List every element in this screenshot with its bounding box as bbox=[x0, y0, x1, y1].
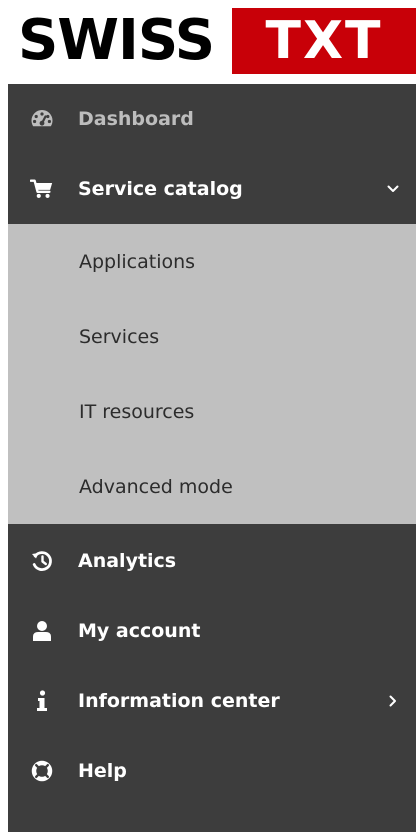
sidebar-item-label: Help bbox=[78, 760, 127, 782]
submenu-item-it-resources[interactable]: IT resources bbox=[8, 374, 416, 449]
dashboard-gauge-icon bbox=[30, 107, 54, 131]
sidebar-item-label: Analytics bbox=[78, 550, 177, 572]
sidebar-item-information-center[interactable]: Information center bbox=[8, 666, 416, 736]
life-ring-icon bbox=[30, 759, 54, 783]
sidebar-item-dashboard[interactable]: Dashboard bbox=[8, 84, 416, 154]
sidebar-navigation: Dashboard Service catalog Applications S… bbox=[8, 84, 416, 832]
sidebar-item-analytics[interactable]: Analytics bbox=[8, 526, 416, 596]
sidebar-item-label: My account bbox=[78, 620, 201, 642]
app-root: SWISS TXT Dashboard Service catalog Appl… bbox=[0, 0, 416, 832]
submenu-item-advanced-mode[interactable]: Advanced mode bbox=[8, 449, 416, 524]
submenu-item-label: IT resources bbox=[79, 400, 195, 423]
chevron-right-icon[interactable] bbox=[386, 694, 400, 708]
submenu-item-label: Applications bbox=[79, 250, 196, 273]
sidebar-item-label: Dashboard bbox=[78, 108, 194, 130]
sidebar-item-service-catalog[interactable]: Service catalog bbox=[8, 154, 416, 224]
logo-swiss-text: SWISS bbox=[17, 8, 215, 73]
submenu-item-label: Services bbox=[79, 325, 160, 348]
sidebar-item-my-account[interactable]: My account bbox=[8, 596, 416, 666]
service-catalog-submenu: Applications Services IT resources Advan… bbox=[8, 224, 416, 524]
sidebar-item-help[interactable]: Help bbox=[8, 736, 416, 806]
info-icon bbox=[30, 689, 54, 713]
shopping-cart-icon bbox=[30, 177, 54, 201]
sidebar-item-label: Information center bbox=[78, 690, 280, 712]
user-icon bbox=[30, 619, 54, 643]
history-icon bbox=[30, 549, 54, 573]
swisstxt-logo[interactable]: SWISS TXT bbox=[0, 0, 416, 82]
submenu-item-label: Advanced mode bbox=[79, 475, 233, 498]
submenu-item-services[interactable]: Services bbox=[8, 299, 416, 374]
chevron-down-icon[interactable] bbox=[386, 182, 400, 196]
sidebar-item-label: Service catalog bbox=[78, 178, 243, 200]
submenu-item-applications[interactable]: Applications bbox=[8, 224, 416, 299]
logo-txt-text: TXT bbox=[232, 8, 416, 74]
